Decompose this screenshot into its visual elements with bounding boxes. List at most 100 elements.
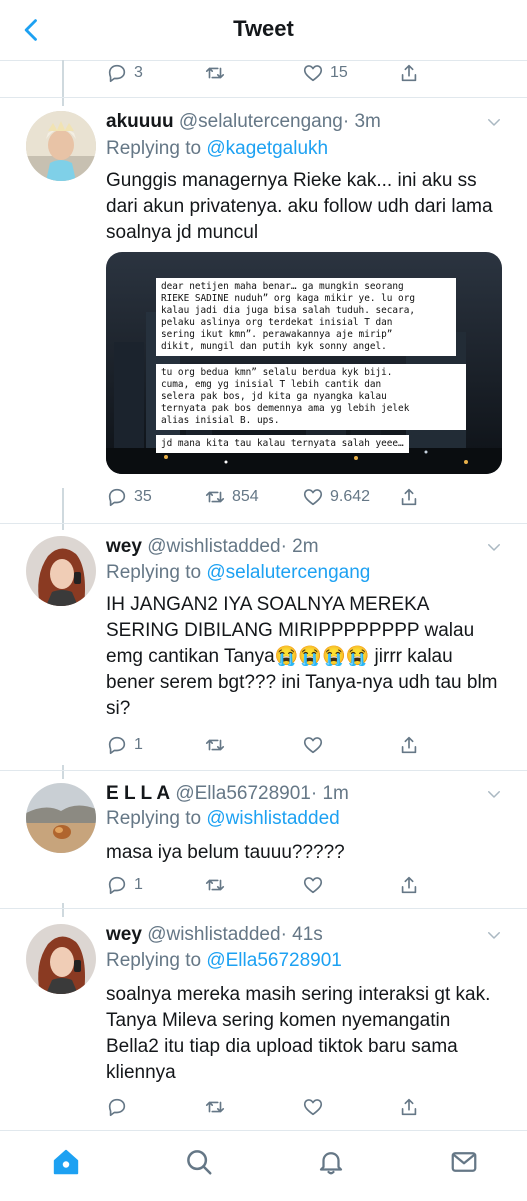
tweet-meta: akuuuu @selalutercengang· 3m [106, 111, 487, 133]
retweet-icon [205, 879, 225, 891]
share-icon [401, 1098, 417, 1116]
chevron-down-icon[interactable] [485, 113, 503, 131]
like-count: 9.642 [330, 488, 371, 505]
handle[interactable]: @wishlistadded [147, 536, 280, 557]
tweet-text: Gunggis managernya Rieke kak... ini aku … [106, 170, 493, 243]
display-name[interactable]: akuuuu [106, 111, 174, 132]
timestamp: · 3m [342, 111, 381, 132]
page-title: Tweet [233, 16, 294, 41]
heart-icon [303, 737, 323, 754]
reply-icon [108, 876, 126, 895]
tweet-text: masa iya belum tauuu????? [106, 842, 345, 863]
reply-button[interactable]: 35 [106, 482, 152, 512]
screenshot-text-1: dear netijen maha benar… ga mungkin seor… [156, 278, 456, 356]
retweet-button[interactable] [204, 1092, 226, 1122]
tweet-text: soalnya mereka masih sering interaksi gt… [106, 984, 491, 1083]
bottom-tab-bar [0, 1130, 527, 1201]
reply-icon [108, 736, 126, 755]
reply-count: 1 [134, 876, 143, 893]
like-button[interactable]: 9.642 [302, 482, 370, 512]
divider [0, 770, 527, 771]
divider [0, 523, 527, 524]
like-count: 15 [330, 64, 348, 81]
reply-count: 35 [134, 488, 152, 505]
handle[interactable]: @wishlistadded [147, 924, 280, 945]
tweet-meta: wey @wishlistadded· 41s [106, 924, 487, 946]
tweet-media[interactable]: dear netijen maha benar… ga mungkin seor… [106, 252, 502, 474]
retweet-count: 854 [232, 488, 259, 505]
reply-button[interactable]: 1 [106, 730, 143, 760]
heart-icon [303, 489, 323, 506]
like-button[interactable] [302, 1092, 324, 1122]
thread-line [62, 765, 64, 779]
replying-to: Replying to @wishlistadded [106, 808, 340, 830]
share-icon [401, 64, 417, 82]
replying-to-label: Replying to [106, 950, 202, 971]
tweet-actions: 1 [106, 730, 516, 760]
like-button[interactable] [302, 730, 324, 760]
display-name[interactable]: E L L A [106, 783, 170, 804]
share-button[interactable] [398, 1092, 420, 1122]
screenshot-text-3: jd mana kita tau kalau ternyata salah ye… [156, 435, 409, 453]
reply-mention-link[interactable]: @selalutercengang [206, 562, 370, 583]
home-icon[interactable] [51, 1147, 81, 1177]
search-icon[interactable] [184, 1147, 214, 1177]
timestamp: · 2m [280, 536, 319, 557]
replying-to-label: Replying to [106, 138, 202, 159]
tweet-text: IH JANGAN2 IYA SOALNYA MEREKA SERING DIB… [106, 594, 498, 719]
retweet-button[interactable] [204, 730, 226, 760]
handle[interactable]: @selalutercengang [179, 111, 343, 132]
retweet-button[interactable]: 854 [204, 482, 259, 512]
reply-mention-link[interactable]: @Ella56728901 [206, 950, 342, 971]
share-button[interactable] [398, 870, 420, 900]
display-name[interactable]: wey [106, 536, 142, 557]
reply-mention-link[interactable]: @kagetgalukh [206, 138, 328, 159]
reply-count: 3 [134, 64, 143, 81]
tweet-meta: wey @wishlistadded· 2m [106, 536, 487, 558]
reply-button[interactable]: 3 [106, 58, 143, 88]
avatar-image [26, 924, 96, 994]
share-button[interactable] [398, 730, 420, 760]
avatar[interactable] [26, 924, 96, 994]
avatar-image [26, 783, 96, 853]
retweet-icon [205, 739, 225, 751]
avatar-image [26, 111, 96, 181]
timestamp: · 41s [280, 924, 323, 945]
avatar[interactable] [26, 111, 96, 181]
top-bar: Tweet [0, 0, 527, 61]
share-button[interactable] [398, 482, 420, 512]
handle[interactable]: @Ella56728901 [175, 783, 311, 804]
mail-icon[interactable] [449, 1147, 479, 1177]
display-name[interactable]: wey [106, 924, 142, 945]
avatar-image [26, 536, 96, 606]
reply-mention-link[interactable]: @wishlistadded [206, 808, 339, 829]
replying-to: Replying to @kagetgalukh [106, 138, 328, 160]
divider [0, 97, 527, 98]
share-icon [401, 736, 417, 754]
reply-button[interactable] [106, 1092, 128, 1122]
chevron-down-icon[interactable] [485, 785, 503, 803]
replying-to: Replying to @selalutercengang [106, 562, 370, 584]
reply-icon [108, 64, 126, 83]
like-button[interactable] [302, 870, 324, 900]
avatar[interactable] [26, 783, 96, 853]
tweet-actions [106, 1092, 516, 1122]
share-button[interactable] [398, 58, 420, 88]
heart-icon [303, 65, 323, 82]
heart-icon [303, 877, 323, 894]
chevron-down-icon[interactable] [485, 538, 503, 556]
bell-icon[interactable] [316, 1147, 346, 1177]
tweet-actions: 35 854 9.642 [106, 482, 516, 512]
retweet-icon [205, 1101, 225, 1113]
replying-to: Replying to @Ella56728901 [106, 950, 342, 972]
retweet-button[interactable] [204, 870, 226, 900]
replying-to-label: Replying to [106, 562, 202, 583]
like-button[interactable]: 15 [302, 58, 348, 88]
reply-count: 1 [134, 736, 143, 753]
retweet-button[interactable] [204, 58, 226, 88]
avatar[interactable] [26, 536, 96, 606]
reply-button[interactable]: 1 [106, 870, 143, 900]
chevron-down-icon[interactable] [485, 926, 503, 944]
thread-line [62, 60, 64, 106]
share-icon [401, 488, 417, 506]
